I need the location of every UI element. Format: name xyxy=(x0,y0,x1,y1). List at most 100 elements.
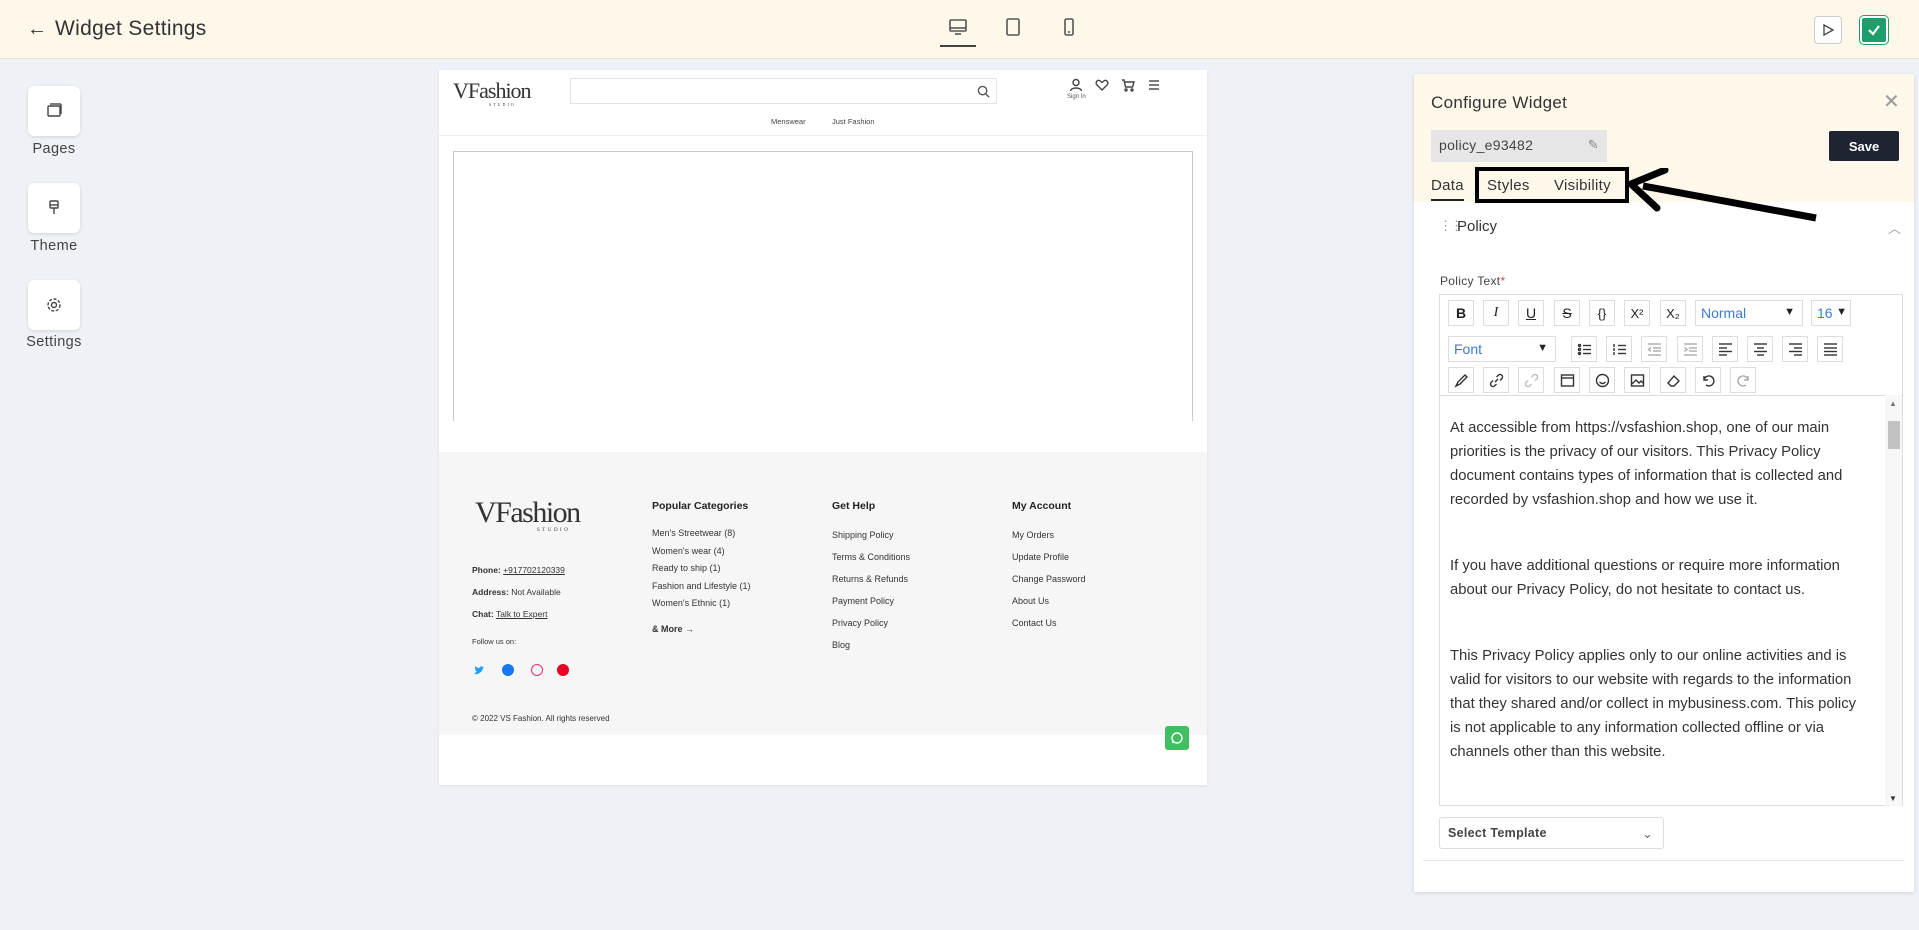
policy-paragraph: At accessible from https://vsfashion.sho… xyxy=(1450,420,1843,508)
sign-in-label[interactable]: Sign In xyxy=(1067,94,1086,100)
copyright: © 2022 VS Fashion. All rights reserved xyxy=(472,714,610,723)
align-right-icon xyxy=(1788,342,1802,356)
widget-name-field[interactable]: policy_e93482 ✎ xyxy=(1431,130,1607,162)
scrollbar-thumb[interactable] xyxy=(1888,421,1900,449)
heart-icon[interactable] xyxy=(1095,78,1109,92)
editor-content[interactable]: At accessible from https://vsfashion.sho… xyxy=(1440,395,1904,806)
footer-link[interactable]: Contact Us xyxy=(1012,618,1057,628)
pages-button[interactable] xyxy=(28,86,80,136)
italic-button[interactable]: I xyxy=(1483,300,1509,326)
redo-icon xyxy=(1736,374,1749,387)
numbered-list-button[interactable] xyxy=(1606,336,1632,362)
site-logo: VFashion STUDIO xyxy=(453,78,532,107)
unlink-icon xyxy=(1524,373,1538,387)
font-size-select[interactable]: 16 ▼ xyxy=(1811,300,1851,326)
footer-link[interactable]: Fashion and Lifestyle (1) xyxy=(652,581,751,591)
select-template-dropdown[interactable]: Select Template ⌄ xyxy=(1439,817,1664,849)
nav-link-menswear[interactable]: Menswear xyxy=(771,117,806,126)
bullet-list-button[interactable] xyxy=(1571,336,1597,362)
instagram-icon[interactable] xyxy=(531,664,543,676)
site-search-input[interactable] xyxy=(570,78,997,104)
strikethrough-button[interactable]: S xyxy=(1554,300,1580,326)
embed-button[interactable] xyxy=(1554,367,1580,393)
theme-button[interactable] xyxy=(28,183,80,233)
footer-link[interactable]: Change Password xyxy=(1012,574,1086,584)
unlink-button[interactable] xyxy=(1518,367,1544,393)
footer-link[interactable]: Blog xyxy=(832,640,850,650)
tab-data[interactable]: Data xyxy=(1431,177,1464,201)
chevron-up-icon[interactable]: ︿ xyxy=(1888,218,1901,237)
superscript-button[interactable]: X² xyxy=(1624,300,1650,326)
heading-select[interactable]: Normal ▼ xyxy=(1695,300,1803,326)
nav-link-just-fashion[interactable]: Just Fashion xyxy=(832,117,875,126)
footer-link[interactable]: About Us xyxy=(1012,596,1049,606)
twitter-icon[interactable] xyxy=(473,664,485,676)
bold-button[interactable]: B xyxy=(1448,300,1474,326)
footer-link[interactable]: Shipping Policy xyxy=(832,530,894,540)
link-icon xyxy=(1489,373,1503,387)
preview-play-button[interactable] xyxy=(1814,16,1842,44)
smiley-icon xyxy=(1595,373,1609,387)
justify-button[interactable] xyxy=(1817,336,1843,362)
code-block-button[interactable]: {} xyxy=(1589,300,1615,326)
publish-check-button[interactable] xyxy=(1860,16,1888,44)
footer-link[interactable]: My Orders xyxy=(1012,530,1054,540)
footer-link[interactable]: Women's wear (4) xyxy=(652,546,725,556)
underline-button[interactable]: U xyxy=(1518,300,1544,326)
rail-label-pages: Pages xyxy=(32,141,76,157)
footer-logo: VFashion STUDIO xyxy=(475,496,581,533)
gear-icon xyxy=(47,298,61,312)
indent-button[interactable] xyxy=(1677,336,1703,362)
link-button[interactable] xyxy=(1483,367,1509,393)
desktop-view-button[interactable] xyxy=(940,17,976,47)
editor-scrollbar[interactable]: ▲ ▼ xyxy=(1885,395,1902,806)
facebook-icon[interactable] xyxy=(502,664,514,676)
scroll-up-icon[interactable]: ▲ xyxy=(1889,399,1897,408)
tablet-view-button[interactable] xyxy=(995,17,1031,47)
hamburger-menu-icon[interactable] xyxy=(1147,78,1161,92)
settings-button[interactable] xyxy=(28,280,80,330)
image-icon xyxy=(1630,373,1644,387)
close-icon[interactable]: ✕ xyxy=(1883,92,1900,112)
image-button[interactable] xyxy=(1624,367,1650,393)
align-left-button[interactable] xyxy=(1712,336,1738,362)
user-icon[interactable] xyxy=(1069,78,1083,92)
footer-link[interactable]: Update Profile xyxy=(1012,552,1069,562)
pinterest-icon[interactable] xyxy=(557,664,569,676)
back-arrow-icon[interactable]: ← xyxy=(27,19,47,39)
cart-icon[interactable] xyxy=(1121,78,1135,92)
caret-down-icon: ▼ xyxy=(1836,306,1847,318)
paint-brush-icon xyxy=(49,200,59,214)
more-categories-link[interactable]: & More → xyxy=(652,624,694,634)
footer-link[interactable]: Payment Policy xyxy=(832,596,894,606)
footer-link[interactable]: Men's Streetwear (8) xyxy=(652,528,735,538)
policy-accordion-header[interactable]: ⋮⋮ Policy ︿ xyxy=(1431,218,1901,242)
header-divider xyxy=(439,135,1207,136)
footer-link[interactable]: Returns & Refunds xyxy=(832,574,908,584)
emoji-button[interactable] xyxy=(1589,367,1615,393)
mobile-view-button[interactable] xyxy=(1051,17,1087,47)
redo-button[interactable] xyxy=(1730,367,1756,393)
outdent-button[interactable] xyxy=(1641,336,1667,362)
save-button[interactable]: Save xyxy=(1829,131,1899,161)
footer-link[interactable]: Privacy Policy xyxy=(832,618,888,628)
pencil-icon[interactable]: ✎ xyxy=(1588,137,1599,153)
pages-icon xyxy=(47,103,62,117)
site-header-icons xyxy=(1069,78,1161,92)
font-family-select[interactable]: Font ▼ xyxy=(1448,336,1556,362)
text-color-button[interactable] xyxy=(1448,367,1474,393)
footer-link[interactable]: Ready to ship (1) xyxy=(652,563,721,573)
follow-us-label: Follow us on: xyxy=(472,637,517,646)
numbered-list-icon xyxy=(1612,343,1626,355)
subscript-button[interactable]: X₂ xyxy=(1660,300,1686,326)
undo-button[interactable] xyxy=(1695,367,1721,393)
whatsapp-icon[interactable] xyxy=(1165,726,1189,750)
footer-link[interactable]: Terms & Conditions xyxy=(832,552,910,562)
align-center-button[interactable] xyxy=(1747,336,1773,362)
footer-link[interactable]: Women's Ethnic (1) xyxy=(652,598,730,608)
site-preview: VFashion STUDIO Sign In Menswear Just Fas… xyxy=(439,70,1207,785)
align-right-button[interactable] xyxy=(1782,336,1808,362)
eraser-button[interactable] xyxy=(1660,367,1686,393)
check-icon xyxy=(1868,25,1880,36)
scroll-down-icon[interactable]: ▼ xyxy=(1889,794,1897,803)
